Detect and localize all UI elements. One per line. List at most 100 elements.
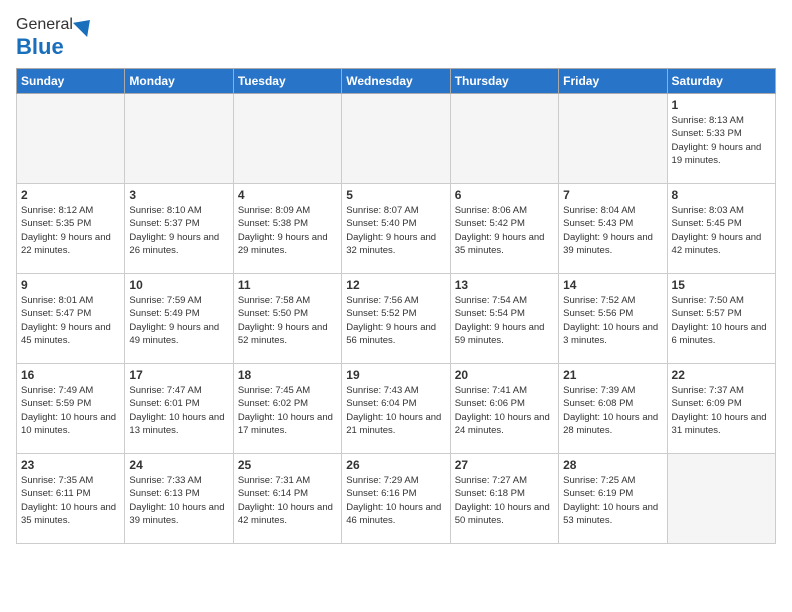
day-number: 19 [346,368,445,382]
calendar-cell: 5 Sunrise: 8:07 AM Sunset: 5:40 PM Daylig… [342,184,450,274]
calendar-cell [667,454,775,544]
calendar-cell: 17Sunrise: 7:47 AM Sunset: 6:01 PM Dayli… [125,364,233,454]
day-number: 16 [21,368,120,382]
day-number: 14 [563,278,662,292]
day-info: Sunrise: 7:47 AM Sunset: 6:01 PM Dayligh… [129,384,228,437]
day-number: 3 [129,188,228,202]
day-number: 1 [672,98,771,112]
day-info: Sunrise: 7:43 AM Sunset: 6:04 PM Dayligh… [346,384,445,437]
day-number: 28 [563,458,662,472]
calendar-table: SundayMondayTuesdayWednesdayThursdayFrid… [16,68,776,544]
day-info: Sunrise: 8:04 AM Sunset: 5:43 PM Dayligh… [563,204,662,257]
calendar-cell: 8 Sunrise: 8:03 AM Sunset: 5:45 PM Daylig… [667,184,775,274]
calendar-cell: 20 Sunrise: 7:41 AM Sunset: 6:06 PM Dayli… [450,364,558,454]
day-info: Sunrise: 7:41 AM Sunset: 6:06 PM Dayligh… [455,384,554,437]
calendar-cell: 22 Sunrise: 7:37 AM Sunset: 6:09 PM Dayli… [667,364,775,454]
day-number: 23 [21,458,120,472]
day-info: Sunrise: 8:09 AM Sunset: 5:38 PM Dayligh… [238,204,337,257]
calendar-cell: 25 Sunrise: 7:31 AM Sunset: 6:14 PM Dayli… [233,454,341,544]
day-number: 4 [238,188,337,202]
calendar-cell: 2 Sunrise: 8:12 AM Sunset: 5:35 PM Daylig… [17,184,125,274]
calendar-cell: 4 Sunrise: 8:09 AM Sunset: 5:38 PM Daylig… [233,184,341,274]
day-info: Sunrise: 8:03 AM Sunset: 5:45 PM Dayligh… [672,204,771,257]
day-info: Sunrise: 7:27 AM Sunset: 6:18 PM Dayligh… [455,474,554,527]
day-number: 2 [21,188,120,202]
day-info: Sunrise: 7:39 AM Sunset: 6:08 PM Dayligh… [563,384,662,437]
day-number: 5 [346,188,445,202]
weekday-header-saturday: Saturday [667,69,775,94]
day-info: Sunrise: 7:33 AM Sunset: 6:13 PM Dayligh… [129,474,228,527]
calendar-cell: 1 Sunrise: 8:13 AM Sunset: 5:33 PM Daylig… [667,94,775,184]
day-info: Sunrise: 8:10 AM Sunset: 5:37 PM Dayligh… [129,204,228,257]
day-info: Sunrise: 7:29 AM Sunset: 6:16 PM Dayligh… [346,474,445,527]
calendar-cell: 13 Sunrise: 7:54 AM Sunset: 5:54 PM Dayli… [450,274,558,364]
calendar-cell: 6 Sunrise: 8:06 AM Sunset: 5:42 PM Daylig… [450,184,558,274]
weekday-header-thursday: Thursday [450,69,558,94]
page-header: General Blue [16,16,776,60]
calendar-cell: 27 Sunrise: 7:27 AM Sunset: 6:18 PM Dayli… [450,454,558,544]
day-number: 6 [455,188,554,202]
weekday-header-friday: Friday [559,69,667,94]
calendar-cell: 28Sunrise: 7:25 AM Sunset: 6:19 PM Dayli… [559,454,667,544]
day-info: Sunrise: 7:31 AM Sunset: 6:14 PM Dayligh… [238,474,337,527]
day-info: Sunrise: 8:06 AM Sunset: 5:42 PM Dayligh… [455,204,554,257]
day-info: Sunrise: 7:45 AM Sunset: 6:02 PM Dayligh… [238,384,337,437]
day-number: 25 [238,458,337,472]
calendar-cell: 23 Sunrise: 7:35 AM Sunset: 6:11 PM Dayli… [17,454,125,544]
day-info: Sunrise: 7:54 AM Sunset: 5:54 PM Dayligh… [455,294,554,347]
day-number: 22 [672,368,771,382]
day-number: 13 [455,278,554,292]
logo-blue-text: Blue [16,34,64,60]
day-number: 27 [455,458,554,472]
weekday-header-sunday: Sunday [17,69,125,94]
day-number: 24 [129,458,228,472]
day-info: Sunrise: 7:56 AM Sunset: 5:52 PM Dayligh… [346,294,445,347]
logo: General Blue [16,16,95,60]
calendar-cell: 16 Sunrise: 7:49 AM Sunset: 5:59 PM Dayli… [17,364,125,454]
day-number: 21 [563,368,662,382]
calendar-cell [125,94,233,184]
day-number: 10 [129,278,228,292]
calendar-cell: 15 Sunrise: 7:50 AM Sunset: 5:57 PM Dayli… [667,274,775,364]
calendar-cell: 12 Sunrise: 7:56 AM Sunset: 5:52 PM Dayli… [342,274,450,364]
day-number: 15 [672,278,771,292]
day-number: 18 [238,368,337,382]
calendar-cell: 24 Sunrise: 7:33 AM Sunset: 6:13 PM Dayli… [125,454,233,544]
weekday-header-wednesday: Wednesday [342,69,450,94]
day-number: 26 [346,458,445,472]
calendar-cell [342,94,450,184]
day-number: 9 [21,278,120,292]
day-number: 11 [238,278,337,292]
calendar-cell: 14 Sunrise: 7:52 AM Sunset: 5:56 PM Dayli… [559,274,667,364]
calendar-cell: 26 Sunrise: 7:29 AM Sunset: 6:16 PM Dayli… [342,454,450,544]
calendar-cell [233,94,341,184]
day-info: Sunrise: 7:52 AM Sunset: 5:56 PM Dayligh… [563,294,662,347]
calendar-cell: 7Sunrise: 8:04 AM Sunset: 5:43 PM Daylig… [559,184,667,274]
calendar-cell [450,94,558,184]
weekday-header-tuesday: Tuesday [233,69,341,94]
day-number: 8 [672,188,771,202]
calendar-cell: 19 Sunrise: 7:43 AM Sunset: 6:04 PM Dayli… [342,364,450,454]
day-info: Sunrise: 7:58 AM Sunset: 5:50 PM Dayligh… [238,294,337,347]
day-info: Sunrise: 7:37 AM Sunset: 6:09 PM Dayligh… [672,384,771,437]
day-info: Sunrise: 8:13 AM Sunset: 5:33 PM Dayligh… [672,114,771,167]
calendar-cell: 10 Sunrise: 7:59 AM Sunset: 5:49 PM Dayli… [125,274,233,364]
logo-triangle-icon [73,13,97,37]
calendar-cell: 3 Sunrise: 8:10 AM Sunset: 5:37 PM Daylig… [125,184,233,274]
day-info: Sunrise: 7:50 AM Sunset: 5:57 PM Dayligh… [672,294,771,347]
day-info: Sunrise: 7:35 AM Sunset: 6:11 PM Dayligh… [21,474,120,527]
calendar-cell [17,94,125,184]
calendar-cell: 9 Sunrise: 8:01 AM Sunset: 5:47 PM Daylig… [17,274,125,364]
day-info: Sunrise: 8:07 AM Sunset: 5:40 PM Dayligh… [346,204,445,257]
day-number: 12 [346,278,445,292]
day-number: 20 [455,368,554,382]
day-info: Sunrise: 8:01 AM Sunset: 5:47 PM Dayligh… [21,294,120,347]
logo-general-text: General [16,16,73,34]
day-info: Sunrise: 7:49 AM Sunset: 5:59 PM Dayligh… [21,384,120,437]
calendar-cell: 21 Sunrise: 7:39 AM Sunset: 6:08 PM Dayli… [559,364,667,454]
day-info: Sunrise: 8:12 AM Sunset: 5:35 PM Dayligh… [21,204,120,257]
calendar-cell: 11 Sunrise: 7:58 AM Sunset: 5:50 PM Dayli… [233,274,341,364]
calendar-cell: 18 Sunrise: 7:45 AM Sunset: 6:02 PM Dayli… [233,364,341,454]
calendar-cell [559,94,667,184]
day-info: Sunrise: 7:59 AM Sunset: 5:49 PM Dayligh… [129,294,228,347]
